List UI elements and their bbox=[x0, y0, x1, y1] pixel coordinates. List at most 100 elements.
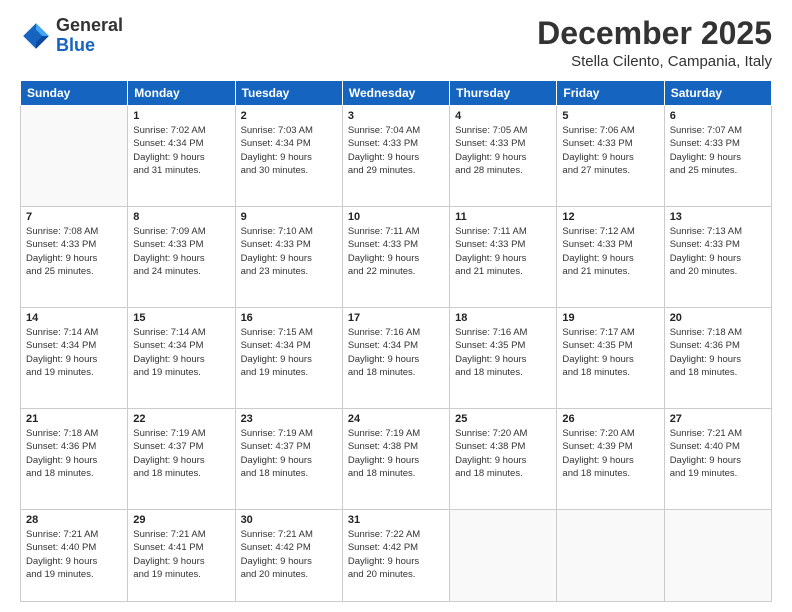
day-number: 3 bbox=[348, 110, 444, 122]
day-number: 13 bbox=[670, 211, 766, 223]
table-row: 9 Sunrise: 7:10 AMSunset: 4:33 PMDaylight… bbox=[235, 207, 342, 308]
table-row: 1 Sunrise: 7:02 AMSunset: 4:34 PMDaylight… bbox=[128, 106, 235, 207]
table-row: 26 Sunrise: 7:20 AMSunset: 4:39 PMDayligh… bbox=[557, 409, 664, 510]
header: General Blue December 2025 Stella Cilent… bbox=[20, 16, 772, 70]
day-info: Sunrise: 7:21 AMSunset: 4:40 PMDaylight:… bbox=[26, 528, 122, 581]
day-number: 16 bbox=[241, 312, 337, 324]
day-info: Sunrise: 7:07 AMSunset: 4:33 PMDaylight:… bbox=[670, 124, 766, 177]
day-number: 30 bbox=[241, 514, 337, 526]
table-row: 4 Sunrise: 7:05 AMSunset: 4:33 PMDaylight… bbox=[450, 106, 557, 207]
day-info: Sunrise: 7:14 AMSunset: 4:34 PMDaylight:… bbox=[133, 326, 229, 379]
day-info: Sunrise: 7:18 AMSunset: 4:36 PMDaylight:… bbox=[670, 326, 766, 379]
logo-text: General Blue bbox=[56, 16, 123, 56]
day-info: Sunrise: 7:21 AMSunset: 4:40 PMDaylight:… bbox=[670, 427, 766, 480]
day-info: Sunrise: 7:20 AMSunset: 4:39 PMDaylight:… bbox=[562, 427, 658, 480]
table-row: 16Sunrise: 7:15 AMSunset: 4:34 PMDayligh… bbox=[235, 308, 342, 409]
calendar: Sunday Monday Tuesday Wednesday Thursday… bbox=[20, 80, 772, 602]
day-number: 18 bbox=[455, 312, 551, 324]
table-row: 11Sunrise: 7:11 AMSunset: 4:33 PMDayligh… bbox=[450, 207, 557, 308]
day-number: 7 bbox=[26, 211, 122, 223]
day-info: Sunrise: 7:19 AMSunset: 4:38 PMDaylight:… bbox=[348, 427, 444, 480]
day-number: 24 bbox=[348, 413, 444, 425]
day-number: 14 bbox=[26, 312, 122, 324]
calendar-header-row: Sunday Monday Tuesday Wednesday Thursday… bbox=[21, 81, 772, 106]
table-row: 7 Sunrise: 7:08 AMSunset: 4:33 PMDaylight… bbox=[21, 207, 128, 308]
title-block: December 2025 Stella Cilento, Campania, … bbox=[537, 16, 772, 70]
day-info: Sunrise: 7:21 AMSunset: 4:42 PMDaylight:… bbox=[241, 528, 337, 581]
day-number: 21 bbox=[26, 413, 122, 425]
table-row: 22 Sunrise: 7:19 AMSunset: 4:37 PMDayligh… bbox=[128, 409, 235, 510]
day-number: 15 bbox=[133, 312, 229, 324]
day-info: Sunrise: 7:10 AMSunset: 4:33 PMDaylight:… bbox=[241, 225, 337, 278]
col-sunday: Sunday bbox=[21, 81, 128, 106]
day-info: Sunrise: 7:09 AMSunset: 4:33 PMDaylight:… bbox=[133, 225, 229, 278]
table-row: 29Sunrise: 7:21 AMSunset: 4:41 PMDayligh… bbox=[128, 510, 235, 602]
day-number: 2 bbox=[241, 110, 337, 122]
col-wednesday: Wednesday bbox=[342, 81, 449, 106]
day-number: 22 bbox=[133, 413, 229, 425]
table-row: 12Sunrise: 7:12 AMSunset: 4:33 PMDayligh… bbox=[557, 207, 664, 308]
table-row: 24 Sunrise: 7:19 AMSunset: 4:38 PMDayligh… bbox=[342, 409, 449, 510]
day-info: Sunrise: 7:13 AMSunset: 4:33 PMDaylight:… bbox=[670, 225, 766, 278]
day-info: Sunrise: 7:06 AMSunset: 4:33 PMDaylight:… bbox=[562, 124, 658, 177]
table-row: 15 Sunrise: 7:14 AMSunset: 4:34 PMDayligh… bbox=[128, 308, 235, 409]
table-row: 13 Sunrise: 7:13 AMSunset: 4:33 PMDayligh… bbox=[664, 207, 771, 308]
table-row: 8 Sunrise: 7:09 AMSunset: 4:33 PMDaylight… bbox=[128, 207, 235, 308]
day-info: Sunrise: 7:05 AMSunset: 4:33 PMDaylight:… bbox=[455, 124, 551, 177]
day-info: Sunrise: 7:19 AMSunset: 4:37 PMDaylight:… bbox=[133, 427, 229, 480]
day-number: 12 bbox=[562, 211, 658, 223]
day-info: Sunrise: 7:19 AMSunset: 4:37 PMDaylight:… bbox=[241, 427, 337, 480]
table-row: 30 Sunrise: 7:21 AMSunset: 4:42 PMDayligh… bbox=[235, 510, 342, 602]
logo-icon bbox=[20, 20, 52, 52]
day-info: Sunrise: 7:16 AMSunset: 4:35 PMDaylight:… bbox=[455, 326, 551, 379]
day-number: 11 bbox=[455, 211, 551, 223]
day-info: Sunrise: 7:14 AMSunset: 4:34 PMDaylight:… bbox=[26, 326, 122, 379]
day-number: 19 bbox=[562, 312, 658, 324]
location: Stella Cilento, Campania, Italy bbox=[537, 53, 772, 70]
day-info: Sunrise: 7:18 AMSunset: 4:36 PMDaylight:… bbox=[26, 427, 122, 480]
day-info: Sunrise: 7:03 AMSunset: 4:34 PMDaylight:… bbox=[241, 124, 337, 177]
table-row: 2 Sunrise: 7:03 AMSunset: 4:34 PMDaylight… bbox=[235, 106, 342, 207]
day-number: 9 bbox=[241, 211, 337, 223]
table-row: 31 Sunrise: 7:22 AMSunset: 4:42 PMDayligh… bbox=[342, 510, 449, 602]
day-info: Sunrise: 7:22 AMSunset: 4:42 PMDaylight:… bbox=[348, 528, 444, 581]
table-row: 27 Sunrise: 7:21 AMSunset: 4:40 PMDayligh… bbox=[664, 409, 771, 510]
table-row: 5 Sunrise: 7:06 AMSunset: 4:33 PMDaylight… bbox=[557, 106, 664, 207]
table-row bbox=[450, 510, 557, 602]
day-number: 26 bbox=[562, 413, 658, 425]
day-info: Sunrise: 7:21 AMSunset: 4:41 PMDaylight:… bbox=[133, 528, 229, 581]
logo: General Blue bbox=[20, 16, 123, 56]
table-row: 14 Sunrise: 7:14 AMSunset: 4:34 PMDayligh… bbox=[21, 308, 128, 409]
table-row bbox=[664, 510, 771, 602]
day-number: 5 bbox=[562, 110, 658, 122]
day-number: 31 bbox=[348, 514, 444, 526]
day-number: 23 bbox=[241, 413, 337, 425]
day-info: Sunrise: 7:11 AMSunset: 4:33 PMDaylight:… bbox=[348, 225, 444, 278]
month-title: December 2025 bbox=[537, 16, 772, 51]
day-number: 1 bbox=[133, 110, 229, 122]
page: General Blue December 2025 Stella Cilent… bbox=[0, 0, 792, 612]
day-info: Sunrise: 7:08 AMSunset: 4:33 PMDaylight:… bbox=[26, 225, 122, 278]
col-saturday: Saturday bbox=[664, 81, 771, 106]
table-row: 25 Sunrise: 7:20 AMSunset: 4:38 PMDayligh… bbox=[450, 409, 557, 510]
day-number: 17 bbox=[348, 312, 444, 324]
day-number: 4 bbox=[455, 110, 551, 122]
table-row: 21 Sunrise: 7:18 AMSunset: 4:36 PMDayligh… bbox=[21, 409, 128, 510]
col-tuesday: Tuesday bbox=[235, 81, 342, 106]
table-row: 20 Sunrise: 7:18 AMSunset: 4:36 PMDayligh… bbox=[664, 308, 771, 409]
day-info: Sunrise: 7:20 AMSunset: 4:38 PMDaylight:… bbox=[455, 427, 551, 480]
table-row: 6 Sunrise: 7:07 AMSunset: 4:33 PMDaylight… bbox=[664, 106, 771, 207]
day-number: 25 bbox=[455, 413, 551, 425]
day-number: 6 bbox=[670, 110, 766, 122]
col-monday: Monday bbox=[128, 81, 235, 106]
day-number: 20 bbox=[670, 312, 766, 324]
day-info: Sunrise: 7:02 AMSunset: 4:34 PMDaylight:… bbox=[133, 124, 229, 177]
day-info: Sunrise: 7:17 AMSunset: 4:35 PMDaylight:… bbox=[562, 326, 658, 379]
table-row bbox=[557, 510, 664, 602]
table-row: 10Sunrise: 7:11 AMSunset: 4:33 PMDayligh… bbox=[342, 207, 449, 308]
table-row: 19 Sunrise: 7:17 AMSunset: 4:35 PMDayligh… bbox=[557, 308, 664, 409]
day-number: 8 bbox=[133, 211, 229, 223]
col-thursday: Thursday bbox=[450, 81, 557, 106]
day-number: 27 bbox=[670, 413, 766, 425]
table-row: 28Sunrise: 7:21 AMSunset: 4:40 PMDayligh… bbox=[21, 510, 128, 602]
